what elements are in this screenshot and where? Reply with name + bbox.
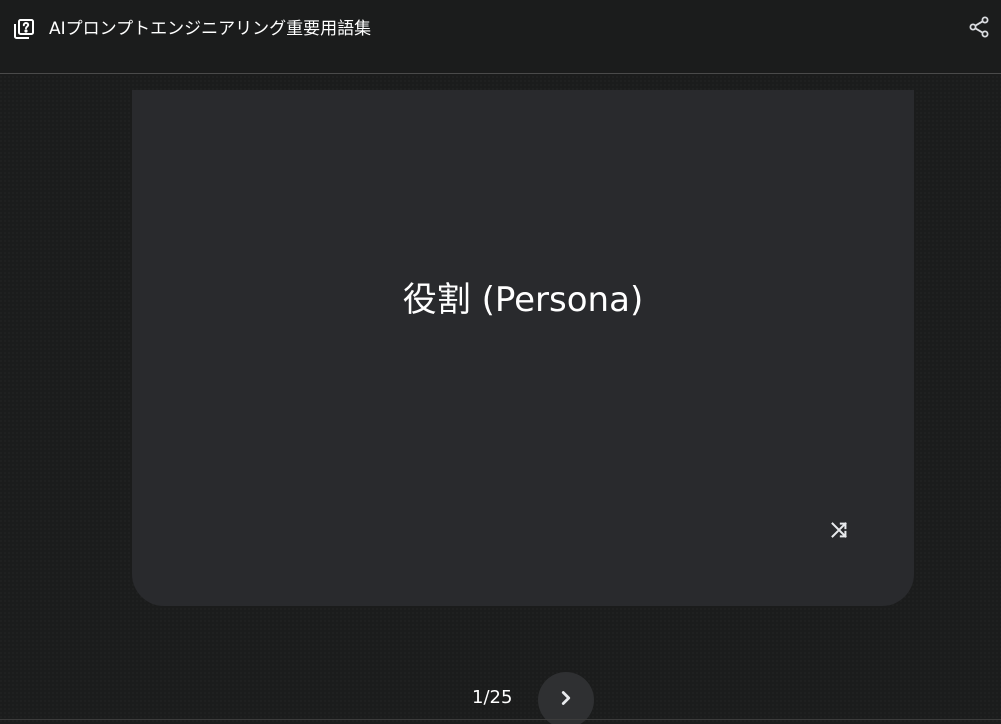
top-bar: AIプロンプトエンジニアリング重要用語集 bbox=[0, 0, 1001, 74]
shuffle-icon bbox=[828, 519, 850, 545]
shuffle-button[interactable] bbox=[825, 518, 853, 546]
share-icon bbox=[967, 15, 991, 43]
card-term: 役割 (Persona) bbox=[402, 280, 644, 320]
bottom-divider bbox=[0, 719, 1001, 720]
chevron-right-icon bbox=[555, 687, 577, 713]
flashcard[interactable]: 役割 (Persona) bbox=[132, 90, 914, 606]
flashcard-deck-icon bbox=[12, 17, 36, 41]
next-card-button[interactable] bbox=[538, 672, 594, 724]
card-counter: 1/25 bbox=[472, 687, 513, 708]
page-title: AIプロンプトエンジニアリング重要用語集 bbox=[49, 19, 372, 39]
share-button[interactable] bbox=[965, 15, 993, 43]
flashcard-app: AIプロンプトエンジニアリング重要用語集 役割 (Persona) 1/25 bbox=[0, 0, 1001, 724]
